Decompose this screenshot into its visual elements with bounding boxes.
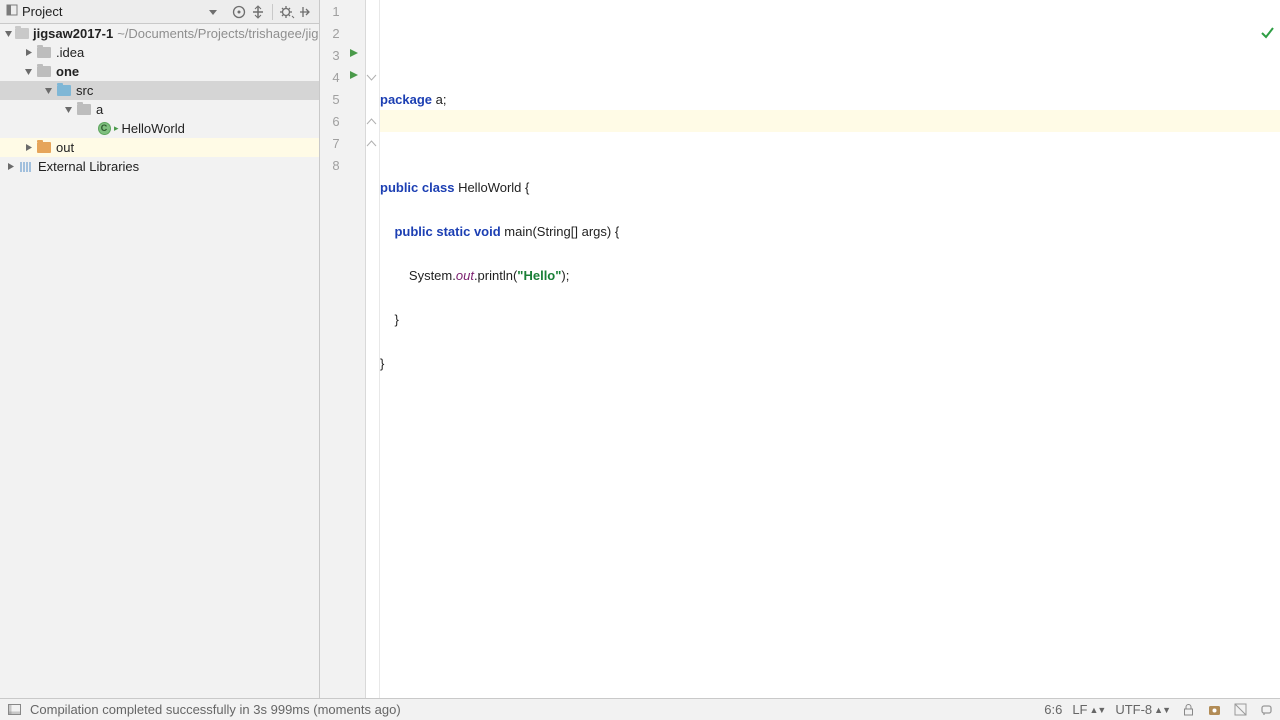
code-line: public static void main(String[] args) { bbox=[380, 221, 1280, 243]
line-numbers: 12345678 bbox=[320, 0, 340, 698]
project-view-chevron-icon bbox=[209, 4, 217, 19]
chevron-down-icon[interactable] bbox=[62, 104, 74, 116]
tree-item-out[interactable]: out bbox=[0, 138, 319, 157]
status-message: Compilation completed successfully in 3s… bbox=[30, 702, 401, 717]
run-gutter-icon[interactable] bbox=[349, 48, 359, 58]
ide-window: Project bbox=[0, 0, 1280, 720]
tree-item-external-libraries[interactable]: External Libraries bbox=[0, 157, 319, 176]
tree-label: one bbox=[56, 64, 79, 79]
inspection-ok-icon[interactable] bbox=[1224, 3, 1274, 69]
tree-label: HelloWorld bbox=[122, 121, 185, 136]
editor-gutter: 12345678 bbox=[320, 0, 366, 698]
code-line bbox=[380, 397, 1280, 419]
chevron-right-icon[interactable] bbox=[4, 161, 16, 173]
tree-label: out bbox=[56, 140, 74, 155]
collapse-all-icon[interactable] bbox=[249, 3, 267, 21]
tree-item-src[interactable]: src bbox=[0, 81, 319, 100]
project-tree[interactable]: jigsaw2017-1 ~/Documents/Projects/trisha… bbox=[0, 24, 319, 698]
settings-gear-icon[interactable] bbox=[278, 3, 296, 21]
fold-start-icon[interactable] bbox=[366, 70, 377, 81]
project-name: jigsaw2017-1 bbox=[33, 26, 113, 41]
project-view-label: Project bbox=[22, 4, 62, 19]
project-window-icon bbox=[6, 4, 18, 19]
tree-item-package-a[interactable]: a bbox=[0, 100, 319, 119]
code-lines: package a; public class HelloWorld { pub… bbox=[380, 67, 1280, 463]
project-toolbar bbox=[217, 3, 315, 21]
scroll-from-source-icon[interactable] bbox=[230, 3, 248, 21]
chevron-right-icon[interactable] bbox=[22, 47, 34, 59]
fold-bar bbox=[366, 0, 380, 698]
tool-windows-toggle-icon[interactable] bbox=[6, 702, 22, 718]
arrows-icon: ▲▼ bbox=[1090, 705, 1106, 715]
chevron-down-icon[interactable] bbox=[4, 28, 13, 40]
toolbar-divider bbox=[272, 4, 273, 20]
tree-label: src bbox=[76, 83, 93, 98]
chevron-down-icon[interactable] bbox=[42, 85, 54, 97]
tree-project-root[interactable]: jigsaw2017-1 ~/Documents/Projects/trisha… bbox=[0, 24, 319, 43]
gutter-markers bbox=[340, 0, 365, 698]
arrows-icon: ▲▼ bbox=[1154, 705, 1170, 715]
tree-label: .idea bbox=[56, 45, 84, 60]
folder-icon bbox=[36, 46, 52, 60]
hide-panel-icon[interactable] bbox=[297, 3, 315, 21]
fold-end-icon[interactable] bbox=[366, 114, 377, 125]
line-separator-widget[interactable]: LF▲▼ bbox=[1072, 702, 1105, 717]
main-area: Project bbox=[0, 0, 1280, 698]
class-icon: C bbox=[96, 122, 112, 136]
inspection-profile-icon[interactable] bbox=[1206, 702, 1222, 718]
code-line: public class HelloWorld { bbox=[380, 177, 1280, 199]
code-line: System.out.println("Hello"); bbox=[380, 265, 1280, 287]
encoding-widget[interactable]: UTF-8▲▼ bbox=[1115, 702, 1170, 717]
code-line: package a; bbox=[380, 89, 1280, 111]
runnable-badge-icon: ▸ bbox=[114, 123, 119, 134]
out-folder-icon bbox=[36, 141, 52, 155]
project-sidebar: Project bbox=[0, 0, 320, 698]
status-bar: Compilation completed successfully in 3s… bbox=[0, 698, 1280, 720]
libraries-icon bbox=[18, 160, 34, 174]
notifications-icon[interactable] bbox=[1258, 702, 1274, 718]
project-header: Project bbox=[0, 0, 319, 24]
tree-label: a bbox=[96, 102, 103, 117]
source-folder-icon bbox=[56, 84, 72, 98]
memory-indicator-icon[interactable] bbox=[1232, 702, 1248, 718]
code-line: } bbox=[380, 309, 1280, 331]
project-path: ~/Documents/Projects/trishagee/jigsaw201… bbox=[117, 26, 319, 41]
cursor-position[interactable]: 6:6 bbox=[1044, 702, 1062, 717]
code-editor[interactable]: 12345678 package a; public class HelloWo… bbox=[320, 0, 1280, 698]
code-area[interactable]: package a; public class HelloWorld { pub… bbox=[380, 0, 1280, 698]
tree-label: External Libraries bbox=[38, 159, 139, 174]
fold-end-icon[interactable] bbox=[366, 136, 377, 147]
chevron-right-icon[interactable] bbox=[22, 142, 34, 154]
chevron-down-icon[interactable] bbox=[22, 66, 34, 78]
run-gutter-icon[interactable] bbox=[349, 70, 359, 80]
readonly-lock-icon[interactable] bbox=[1180, 702, 1196, 718]
tree-item-class-helloworld[interactable]: C ▸ HelloWorld bbox=[0, 119, 319, 138]
module-folder-icon bbox=[36, 65, 52, 79]
tree-item-module-one[interactable]: one bbox=[0, 62, 319, 81]
project-view-selector[interactable]: Project bbox=[6, 4, 217, 19]
code-line: } bbox=[380, 353, 1280, 375]
project-folder-icon bbox=[15, 27, 29, 41]
code-line bbox=[380, 133, 1280, 155]
tree-item-idea[interactable]: .idea bbox=[0, 43, 319, 62]
package-icon bbox=[76, 103, 92, 117]
